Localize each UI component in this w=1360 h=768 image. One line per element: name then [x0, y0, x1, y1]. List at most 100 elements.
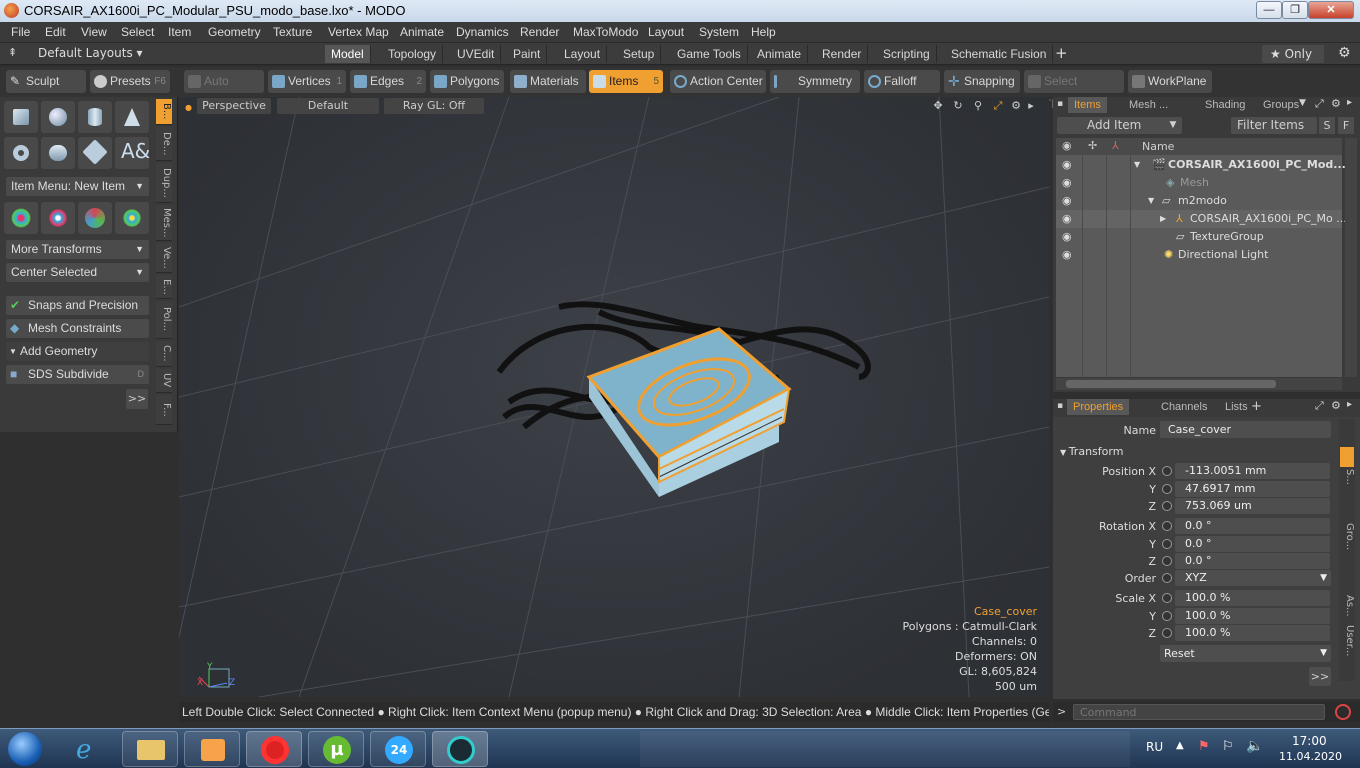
modo-taskbar-icon[interactable] [432, 731, 488, 767]
menu-animate[interactable]: Animate [400, 25, 444, 39]
tab-mesh[interactable]: Mesh ... [1123, 97, 1174, 113]
raygl-toggle[interactable]: Ray GL: Off [384, 98, 484, 114]
item-menu-dropdown[interactable]: Item Menu: New Item ▼ [6, 177, 149, 196]
filter-items-input[interactable]: Filter Items [1231, 117, 1317, 134]
vtab-deform[interactable]: De... [156, 127, 172, 161]
pen-tool[interactable] [78, 137, 112, 169]
menu-item[interactable]: Item [168, 25, 191, 39]
shading-dropdown[interactable]: Default [277, 98, 379, 114]
3d-viewport[interactable]: X Y Z ● Perspective Default Ray GL: Off … [179, 97, 1049, 697]
tab-properties[interactable]: Properties [1067, 399, 1130, 415]
item-name-input[interactable]: Case_cover [1160, 421, 1331, 438]
animate-dot[interactable] [1162, 521, 1172, 531]
viewport-gear-icon[interactable]: ⚙ [1009, 98, 1023, 114]
vtab-basic[interactable]: B... [156, 99, 172, 125]
position-x-field[interactable]: -113.0051 mm [1175, 463, 1330, 479]
tab-paint[interactable]: Paint [507, 45, 548, 63]
snapping-button[interactable]: ✛ Snapping [944, 70, 1020, 93]
menu-maxtomodo[interactable]: MaxToModo [573, 25, 638, 39]
tab-scripting[interactable]: Scripting [877, 45, 937, 63]
select-through-button[interactable]: Select Through [1024, 70, 1124, 111]
side-tab-active[interactable] [1340, 447, 1354, 467]
menu-render[interactable]: Render [520, 25, 559, 39]
properties-gear-icon[interactable]: ⚙ [1331, 399, 1341, 412]
layout-collapse-icon[interactable]: ⇞ [8, 46, 17, 59]
presets-button[interactable]: Presets F6 [90, 70, 170, 93]
animate-dot[interactable] [1162, 484, 1172, 494]
auto-select-button[interactable]: Auto Select [184, 70, 264, 111]
zoom-icon[interactable]: ⚲ [971, 98, 985, 114]
cone-tool[interactable] [115, 101, 149, 133]
network-icon[interactable]: ⚑ [1198, 739, 1210, 754]
viewport-more-icon[interactable]: ▸ [1025, 98, 1037, 114]
position-z-field[interactable]: 753.069 um [1175, 498, 1330, 514]
tab-schematic-fusion[interactable]: Schematic Fusion [945, 45, 1054, 63]
side-tab-assembly[interactable]: As... [1339, 595, 1355, 617]
menu-help[interactable]: Help [751, 25, 776, 39]
tab-lists[interactable]: Lists [1219, 399, 1254, 415]
vertices-button[interactable]: Vertices 1 [268, 70, 346, 93]
visibility-eye-icon[interactable]: ◉ [1062, 210, 1072, 228]
add-item-chevron-icon[interactable]: ▼ [1164, 117, 1182, 134]
filter-s-button[interactable]: S [1319, 117, 1335, 134]
vtab-edge[interactable]: E... [156, 275, 172, 299]
add-tab-button[interactable]: + [1251, 399, 1262, 414]
text-tool[interactable]: A& [115, 137, 150, 169]
tab-items[interactable]: Items [1068, 97, 1107, 113]
more-properties-button[interactable]: >> [1309, 667, 1331, 686]
layout-gear-icon[interactable]: ⚙ [1338, 45, 1351, 61]
tree-row[interactable]: ◉ ◈ Mesh [1056, 174, 1342, 192]
action-center-button[interactable]: Action Center [670, 70, 766, 93]
items-more-icon[interactable]: ▸ [1347, 97, 1352, 108]
scale-tool[interactable] [115, 202, 149, 234]
menu-texture[interactable]: Texture [273, 25, 312, 39]
expand-arrow-icon[interactable]: ▼ [1148, 192, 1154, 210]
more-tools-button[interactable]: >> [126, 389, 148, 409]
items-button[interactable]: Items 5 [589, 70, 663, 93]
edges-button[interactable]: Edges 2 [350, 70, 426, 93]
rotate-tool[interactable] [78, 202, 112, 234]
position-y-field[interactable]: 47.6917 mm [1175, 481, 1330, 497]
vtab-duplicate[interactable]: Dup... [156, 163, 172, 203]
clock-time[interactable]: 17:00 [1292, 734, 1327, 748]
tab-channels[interactable]: Channels [1155, 399, 1213, 415]
tab-uvedit[interactable]: UVEdit [451, 45, 502, 63]
volume-icon[interactable]: 🔈 [1246, 738, 1263, 754]
tab-topology[interactable]: Topology [382, 45, 444, 63]
start-button[interactable] [8, 732, 42, 766]
vtab-curve[interactable]: C... [156, 341, 172, 367]
tree-row[interactable]: ◉ ▶ ⅄ CORSAIR_AX1600i_PC_Mo ... [1056, 210, 1347, 228]
scale-z-field[interactable]: 100.0 % [1175, 625, 1330, 641]
visibility-eye-icon[interactable]: ◉ [1062, 192, 1072, 210]
rotation-x-field[interactable]: 0.0 ° [1175, 518, 1330, 534]
expand-icon[interactable]: ⤢ [1315, 97, 1324, 111]
add-tab-button[interactable]: + [1055, 44, 1068, 62]
capsule-tool[interactable] [41, 137, 75, 169]
only-toggle[interactable]: ★ Only [1262, 45, 1324, 63]
animate-dot[interactable] [1162, 539, 1172, 549]
default-layouts-dropdown[interactable]: Default Layouts ▾ [38, 46, 143, 60]
add-geometry-section[interactable]: ▼ Add Geometry [6, 342, 149, 361]
sculpt-button[interactable]: ✎ Sculpt [6, 70, 86, 93]
animate-dot[interactable] [1162, 556, 1172, 566]
menu-vertex-map[interactable]: Vertex Map [328, 25, 389, 39]
pan-icon[interactable]: ✥ [931, 98, 945, 114]
tab-layout[interactable]: Layout [558, 45, 608, 63]
rotation-z-field[interactable]: 0.0 ° [1175, 553, 1330, 569]
more-transforms-dropdown[interactable]: More Transforms ▼ [6, 240, 149, 259]
sphere-tool[interactable] [41, 101, 75, 133]
workplane-button[interactable]: WorkPlane [1128, 70, 1212, 93]
view-type-dropdown[interactable]: Perspective [197, 98, 271, 114]
tree-row[interactable]: ◉ ▼ ▱ m2modo [1056, 192, 1342, 210]
vtab-vertex[interactable]: Ve... [156, 243, 172, 273]
torus-tool[interactable] [4, 137, 38, 169]
items-gear-icon[interactable]: ⚙ [1331, 97, 1341, 110]
scale-x-field[interactable]: 100.0 % [1175, 590, 1330, 606]
animate-dot[interactable] [1162, 573, 1172, 583]
polygons-button[interactable]: Polygons [430, 70, 504, 93]
name-column-header[interactable]: Name [1142, 140, 1174, 153]
vtab-mesh[interactable]: Mes... [156, 205, 172, 241]
vtab-fusion[interactable]: F... [156, 395, 172, 425]
center-selected-dropdown[interactable]: Center Selected ▼ [6, 263, 149, 282]
expand-arrow-icon[interactable]: ▼ [1134, 156, 1140, 174]
